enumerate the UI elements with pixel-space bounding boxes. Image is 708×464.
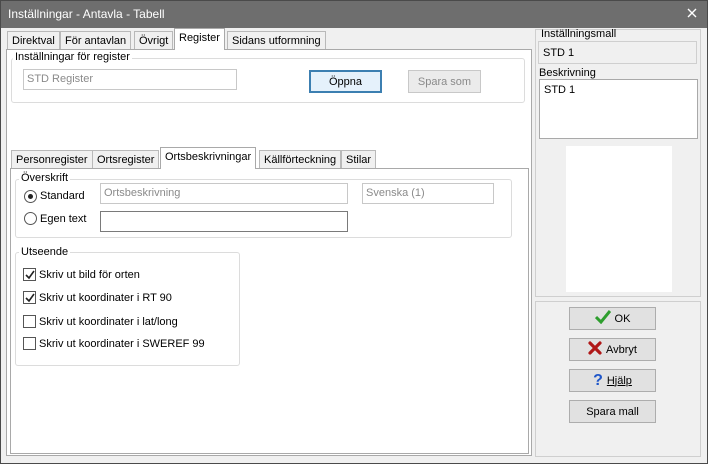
- help-button[interactable]: ? Hjälp: [569, 369, 656, 392]
- tab-ovrigt[interactable]: Övrigt: [134, 31, 174, 50]
- tab-ortsbeskrivningar[interactable]: Ortsbeskrivningar: [160, 147, 257, 169]
- template-name-field[interactable]: STD 1: [538, 41, 697, 64]
- template-title: Inställningsmall: [541, 28, 617, 40]
- custom-text-label: Egen text: [40, 213, 87, 225]
- register-template-field[interactable]: STD Register: [23, 69, 237, 90]
- help-button-label: Hjälp: [606, 374, 632, 387]
- tab-label: Övrigt: [139, 35, 169, 47]
- tab-label: Källförteckning: [264, 154, 337, 166]
- print-latlong-checkbox[interactable]: [23, 315, 36, 328]
- standard-label: Standard: [40, 190, 85, 202]
- tab-label: För antavlan: [65, 35, 127, 47]
- tab-sidans-utformning[interactable]: Sidans utformning: [227, 31, 326, 50]
- tab-label: Personregister: [16, 154, 88, 166]
- tab-label: Ortsbeskrivningar: [165, 151, 252, 163]
- custom-text-radio[interactable]: [24, 212, 37, 225]
- print-place-image-checkbox[interactable]: [23, 268, 36, 281]
- window-title: Inställningar - Antavla - Tabell: [8, 7, 165, 21]
- tab-label: Register: [179, 32, 220, 44]
- tab-label: Direktval: [12, 35, 55, 47]
- standard-heading-field[interactable]: Ortsbeskrivning: [100, 183, 348, 204]
- open-button-label: Öppna: [328, 75, 363, 88]
- tab-stilar[interactable]: Stilar: [341, 150, 377, 169]
- checkbox-label: Skriv ut bild för orten: [39, 269, 140, 281]
- tab-label: Ortsregister: [97, 154, 155, 166]
- open-button[interactable]: Öppna: [309, 70, 382, 93]
- tab-ortsregister[interactable]: Ortsregister: [92, 150, 160, 169]
- print-sweref99-checkbox[interactable]: [23, 337, 36, 350]
- tab-personregister[interactable]: Personregister: [11, 150, 93, 169]
- tab-for-antavlan[interactable]: För antavlan: [60, 31, 132, 50]
- template-preview: [566, 146, 672, 292]
- tab-label: Sidans utformning: [232, 35, 321, 47]
- heading-group-title: Överskrift: [19, 172, 71, 184]
- appearance-group-title: Utseende: [19, 246, 71, 258]
- save-as-button-label: Spara som: [417, 75, 472, 88]
- cancel-button-label: Avbryt: [606, 343, 637, 356]
- cancel-x-icon: [588, 341, 602, 358]
- title-bar: Inställningar - Antavla - Tabell: [1, 1, 707, 28]
- save-template-button[interactable]: Spara mall: [569, 400, 656, 423]
- checkbox-label: Skriv ut koordinater i RT 90: [39, 292, 172, 304]
- checkmark-icon: [25, 270, 35, 280]
- description-box[interactable]: STD 1: [539, 79, 698, 139]
- tab-register[interactable]: Register: [174, 28, 225, 50]
- print-rt90-checkbox[interactable]: [23, 291, 36, 304]
- cancel-button[interactable]: Avbryt: [569, 338, 656, 361]
- help-icon: ?: [593, 371, 603, 389]
- ok-button[interactable]: OK: [569, 307, 656, 330]
- standard-radio[interactable]: [24, 190, 37, 203]
- save-as-button[interactable]: Spara som: [408, 70, 481, 93]
- save-template-button-label: Spara mall: [586, 405, 639, 418]
- tab-direktval[interactable]: Direktval: [7, 31, 60, 50]
- language-field[interactable]: Svenska (1): [362, 183, 494, 204]
- ok-button-label: OK: [614, 312, 631, 325]
- close-button[interactable]: [677, 1, 707, 28]
- description-title: Beskrivning: [539, 67, 596, 79]
- close-icon: [687, 8, 697, 21]
- tab-kallforteckning[interactable]: Källförteckning: [259, 150, 342, 169]
- checkmark-icon: [594, 310, 611, 327]
- checkbox-label: Skriv ut koordinater i SWEREF 99: [39, 338, 205, 350]
- tab-label: Stilar: [346, 154, 372, 166]
- register-settings-title: Inställningar för register: [13, 51, 132, 63]
- checkbox-label: Skriv ut koordinater i lat/long: [39, 316, 178, 328]
- custom-text-field[interactable]: [100, 211, 348, 232]
- checkmark-icon: [25, 293, 35, 303]
- settings-window: Inställningar - Antavla - Tabell Direktv…: [0, 0, 708, 464]
